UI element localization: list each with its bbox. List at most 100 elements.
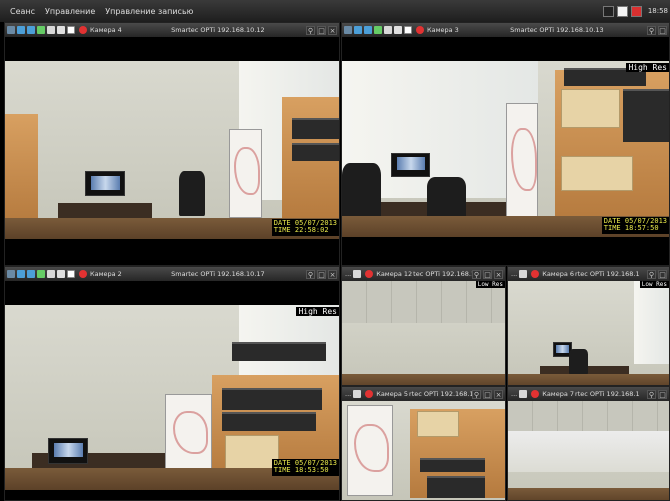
ptz-icon[interactable] (374, 26, 382, 34)
menu-record-control[interactable]: Управление записью (100, 7, 198, 16)
restore-icon[interactable]: □ (317, 25, 326, 35)
arrows-icon[interactable] (47, 26, 55, 34)
camera-source: Smartec OPTi 192.168.10.17 (171, 270, 265, 278)
zoom-icon[interactable]: ⚲ (472, 389, 481, 399)
camera-image (508, 281, 669, 385)
pane-toolbar: ... Камера 7 rtec OPTi 192.168.1 ⚲ □ (508, 387, 669, 401)
system-tray: 18:58 (602, 3, 670, 19)
timestamp-overlay: DATE 05/07/2013 TIME 18:57:50 (601, 217, 669, 234)
restore-icon[interactable]: □ (658, 389, 667, 399)
layout-icon[interactable] (17, 26, 25, 34)
record-icon[interactable] (79, 26, 87, 34)
snapshot-icon[interactable] (404, 26, 412, 34)
camera-image (5, 61, 339, 239)
settings-icon[interactable] (7, 270, 15, 278)
video-feed[interactable]: DATE 05/07/2013 TIME 22:58:02 (5, 37, 339, 265)
camera-image (508, 401, 669, 500)
settings-icon[interactable] (7, 26, 15, 34)
camera-pane-4[interactable]: Камера 4 Smartec OPTi 192.168.10.12 ⚲ □ … (4, 22, 340, 266)
record-icon[interactable] (416, 26, 424, 34)
camera-pane-2[interactable]: Камера 2 Smartec OPTi 192.168.10.17 ⚲ □ … (4, 266, 340, 501)
camera-source: tec OPTi 192.168.1 (413, 270, 472, 278)
camera-source: rtec OPTi 192.168.1 (575, 270, 640, 278)
zoom-icon[interactable]: ⚲ (306, 269, 315, 279)
clock: 18:58 (647, 7, 668, 15)
arrows-icon[interactable] (353, 390, 362, 398)
pane-toolbar: ... Камера 12 tec OPTi 192.168.1 ⚲ □ × (342, 267, 505, 281)
settings-icon[interactable] (344, 26, 352, 34)
close-icon[interactable]: × (494, 389, 503, 399)
record-icon[interactable] (79, 270, 87, 278)
camera-source: Smartec OPTi 192.168.10.12 (171, 26, 265, 34)
snapshot-icon[interactable] (67, 270, 75, 278)
zoom-icon[interactable]: ⚲ (472, 269, 481, 279)
close-icon[interactable]: × (328, 25, 337, 35)
snapshot-icon[interactable] (67, 26, 75, 34)
camera-source: rtec OPTi 192.168.1 (575, 390, 640, 398)
download-icon[interactable] (57, 26, 65, 34)
record-icon[interactable] (365, 390, 374, 398)
restore-icon[interactable]: □ (483, 389, 492, 399)
alarm-icon[interactable] (630, 5, 642, 17)
zoom-icon[interactable]: ⚲ (306, 25, 315, 35)
download-icon[interactable] (394, 26, 402, 34)
more-icon[interactable]: ... (511, 270, 517, 278)
restore-icon[interactable]: □ (483, 269, 492, 279)
record-icon[interactable] (531, 270, 540, 278)
arrows-icon[interactable] (353, 270, 362, 278)
ptz-icon[interactable] (37, 270, 45, 278)
restore-icon[interactable]: □ (658, 25, 667, 35)
camera-pane-12[interactable]: ... Камера 12 tec OPTi 192.168.1 ⚲ □ × L… (341, 266, 506, 386)
camera-pane-5[interactable]: ... Камера 5 rtec OPTi 192.168.1 ⚲ □ × (341, 386, 506, 501)
camera-source: Smartec OPTi 192.168.10.13 (510, 26, 604, 34)
ptz-icon[interactable] (37, 26, 45, 34)
camera-name: Камера 4 (90, 26, 122, 34)
camera-name: Камера 7 (542, 390, 575, 398)
arrows-icon[interactable] (519, 390, 528, 398)
video-feed[interactable] (508, 401, 669, 500)
camera-pane-3[interactable]: Камера 3 Smartec OPTi 192.168.10.13 ⚲ □ … (341, 22, 670, 266)
camera-name: Камера 5 (376, 390, 409, 398)
zoom-icon[interactable]: ⚲ (647, 269, 656, 279)
camera-name: Камера 12 (376, 270, 413, 278)
camera-name: Камера 2 (90, 270, 122, 278)
video-feed[interactable] (342, 401, 505, 500)
zoom-icon[interactable]: ⚲ (647, 389, 656, 399)
layout-toggle-icon[interactable] (602, 5, 614, 17)
restore-icon[interactable]: □ (317, 269, 326, 279)
menu-session[interactable]: Сеанс (0, 7, 40, 16)
pane-toolbar: Камера 2 Smartec OPTi 192.168.10.17 ⚲ □ … (5, 267, 339, 281)
stamp-time: TIME 18:57:50 (603, 224, 659, 233)
close-icon[interactable]: × (494, 269, 503, 279)
more-icon[interactable]: ... (511, 390, 517, 398)
main-menubar: Сеанс Управление Управление записью 18:5… (0, 0, 670, 22)
close-icon[interactable]: × (328, 269, 337, 279)
globe-icon[interactable] (27, 26, 35, 34)
restore-icon[interactable]: □ (658, 269, 667, 279)
more-icon[interactable]: ... (345, 390, 351, 398)
arrows-icon[interactable] (384, 26, 392, 34)
download-icon[interactable] (57, 270, 65, 278)
video-feed[interactable]: High Res DATE 05/07/2013 TIME 18:53:50 (5, 281, 339, 500)
resolution-label: High Res (626, 63, 669, 72)
layout-icon[interactable] (17, 270, 25, 278)
arrows-icon[interactable] (519, 270, 528, 278)
more-icon[interactable]: ... (345, 270, 351, 278)
pane-toolbar: Камера 3 Smartec OPTi 192.168.10.13 ⚲ □ (342, 23, 669, 37)
globe-icon[interactable] (27, 270, 35, 278)
camera-pane-6[interactable]: ... Камера 6 rtec OPTi 192.168.1 ⚲ □ Low… (507, 266, 670, 386)
timestamp-overlay: DATE 05/07/2013 TIME 18:53:50 (271, 459, 339, 476)
record-icon[interactable] (365, 270, 374, 278)
zoom-icon[interactable]: ⚲ (647, 25, 656, 35)
arrows-icon[interactable] (47, 270, 55, 278)
video-feed[interactable]: High Res DATE 05/07/2013 TIME 18:57:50 (342, 37, 669, 265)
globe-icon[interactable] (364, 26, 372, 34)
layout-icon[interactable] (354, 26, 362, 34)
record-icon[interactable] (531, 390, 540, 398)
window-mode-icon[interactable] (616, 5, 628, 17)
video-feed[interactable]: Low Res (342, 281, 505, 385)
pane-toolbar: Камера 4 Smartec OPTi 192.168.10.12 ⚲ □ … (5, 23, 339, 37)
video-feed[interactable]: Low Res (508, 281, 669, 385)
camera-pane-7[interactable]: ... Камера 7 rtec OPTi 192.168.1 ⚲ □ (507, 386, 670, 501)
menu-control[interactable]: Управление (40, 7, 100, 16)
